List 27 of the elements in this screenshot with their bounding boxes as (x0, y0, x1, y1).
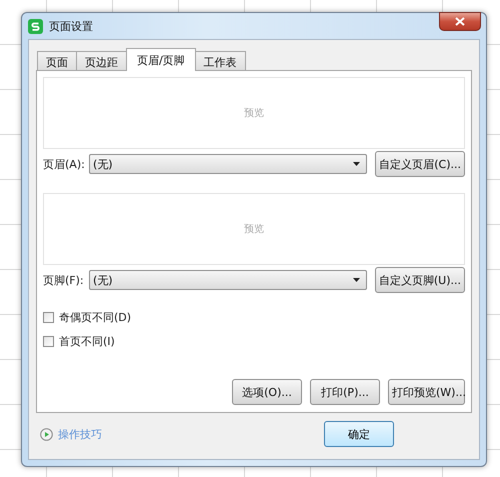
dialog-button[interactable]: 选项(O)... (232, 379, 302, 405)
checkbox-label: 奇偶页不同(D) (59, 310, 132, 324)
tab[interactable]: 页面 (37, 51, 77, 70)
footer-dropdown[interactable]: (无) (89, 270, 367, 290)
close-button[interactable] (439, 12, 481, 31)
footer-label: 页脚(F): (43, 272, 85, 288)
custom-header-button[interactable]: 自定义页眉(C)... (375, 151, 465, 177)
header-dropdown[interactable]: (无) (89, 154, 368, 174)
checkbox[interactable] (43, 312, 54, 322)
ok-button[interactable]: 确定 (324, 421, 394, 447)
dialog-button[interactable]: 打印预览(W)... (388, 379, 465, 405)
checkbox-label: 首页不同(I) (59, 334, 115, 348)
app-logo-icon (28, 18, 43, 34)
caret-icon (353, 162, 360, 166)
play-icon (40, 428, 53, 440)
dialog-button[interactable]: 打印(P)... (310, 379, 380, 405)
preview-label: 预览 (244, 223, 264, 236)
window-title: 页面设置 (49, 18, 93, 34)
tab[interactable]: 页眉/页脚 (126, 48, 196, 71)
preview-label: 预览 (244, 107, 264, 120)
caret-icon (352, 278, 360, 282)
header-label: 页眉(A): (43, 156, 85, 172)
checkbox[interactable] (43, 336, 54, 346)
tab[interactable]: 页边距 (76, 51, 127, 70)
custom-footer-button[interactable]: 自定义页脚(U)... (374, 267, 465, 293)
tab[interactable]: 工作表 (194, 51, 246, 70)
close-icon (455, 17, 465, 26)
